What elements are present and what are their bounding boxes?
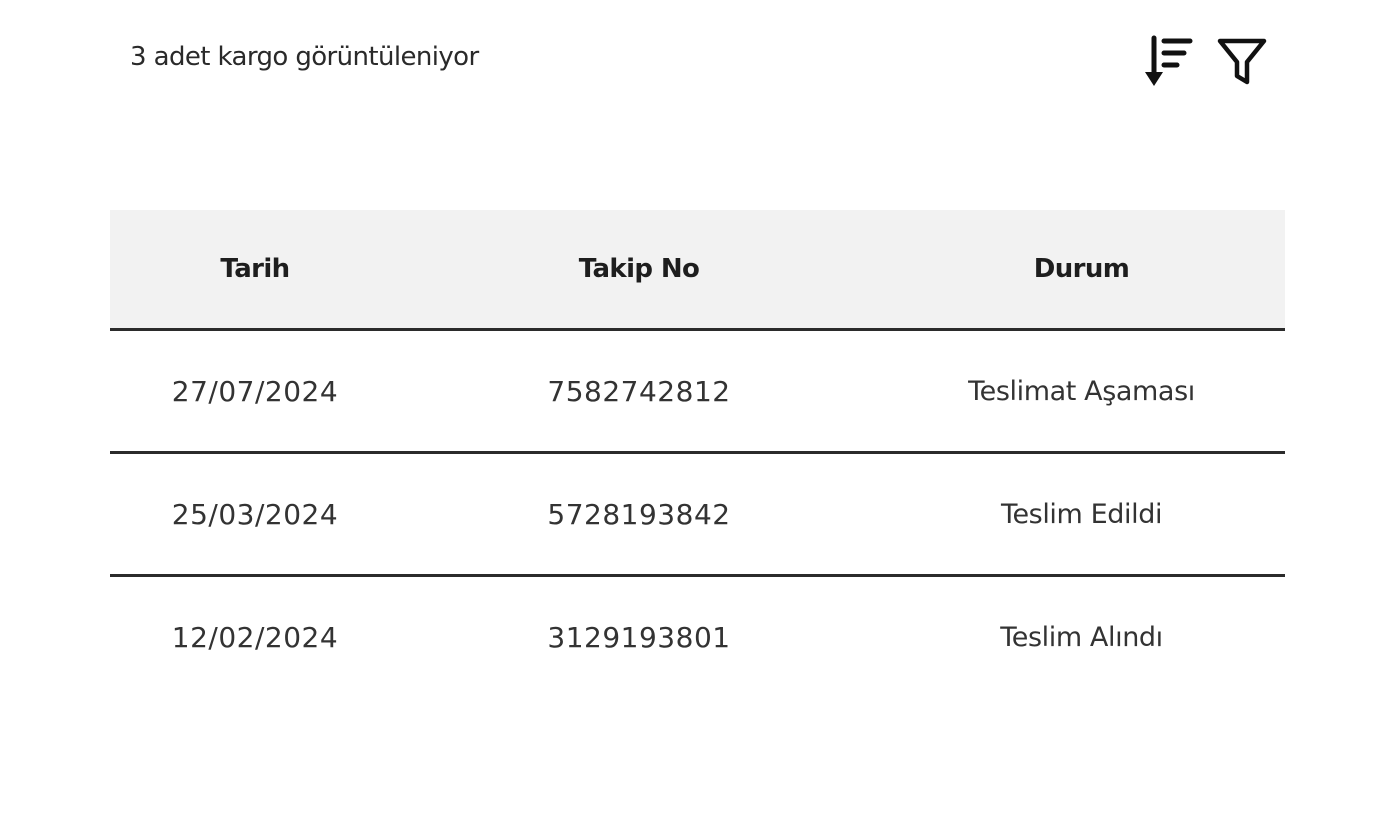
- cell-status: Teslim Alındı: [1000, 621, 1163, 653]
- cell-tracking-number: 5728193842: [547, 497, 731, 531]
- header-date[interactable]: Tarih: [110, 210, 400, 328]
- cell-date: 27/07/2024: [171, 374, 339, 408]
- shipment-count-text: 3 adet kargo görüntüleniyor: [130, 42, 479, 72]
- cell-date: 25/03/2024: [171, 497, 339, 531]
- cell-tracking-number: 3129193801: [547, 620, 731, 654]
- cell-status: Teslimat Aşaması: [968, 375, 1195, 407]
- header-tracking-number[interactable]: Takip No: [400, 210, 878, 328]
- header-status[interactable]: Durum: [878, 210, 1285, 328]
- table-row[interactable]: 25/03/2024 5728193842 Teslim Edildi: [110, 454, 1285, 577]
- sort-button[interactable]: [1140, 32, 1200, 92]
- table-header-row: Tarih Takip No Durum: [110, 210, 1285, 331]
- sort-descending-icon: [1145, 35, 1193, 86]
- filter-icon: [1217, 38, 1267, 85]
- table-row[interactable]: 12/02/2024 3129193801 Teslim Alındı: [110, 577, 1285, 697]
- cell-status: Teslim Edildi: [1000, 498, 1163, 530]
- filter-button[interactable]: [1212, 32, 1272, 92]
- table-row[interactable]: 27/07/2024 7582742812 Teslimat Aşaması: [110, 331, 1285, 454]
- cell-tracking-number: 7582742812: [547, 374, 731, 408]
- cell-date: 12/02/2024: [171, 620, 339, 654]
- shipments-table: Tarih Takip No Durum 27/07/2024 75827428…: [110, 210, 1285, 697]
